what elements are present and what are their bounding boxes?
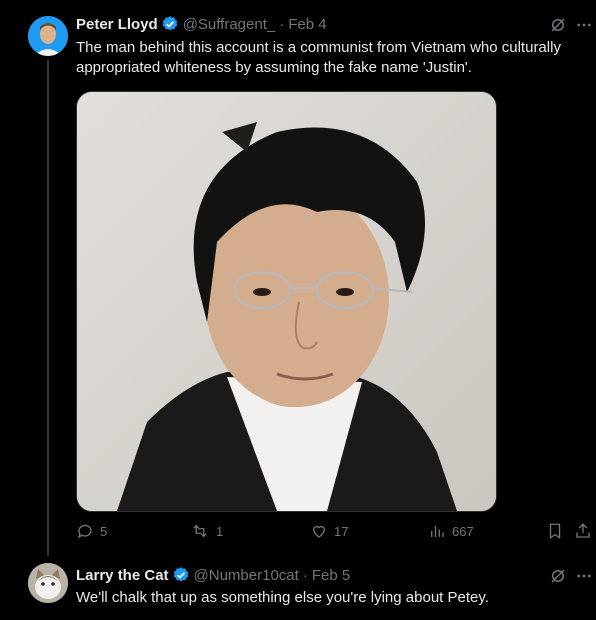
grok-icon[interactable]	[549, 16, 567, 39]
more-icon[interactable]	[575, 567, 593, 590]
separator-dot: ·	[302, 566, 308, 584]
verified-badge-icon	[172, 566, 190, 584]
thread-connector	[47, 60, 49, 556]
tweet-text: The man behind this account is a communi…	[76, 39, 561, 76]
share-button[interactable]	[574, 522, 596, 540]
user-handle[interactable]: @Suffragent_	[183, 16, 276, 33]
verified-badge-icon	[161, 15, 179, 33]
view-count: 667	[452, 523, 474, 539]
bookmark-button[interactable]	[546, 522, 570, 540]
share-icon	[576, 523, 590, 538]
avatar[interactable]	[28, 563, 68, 603]
repost-icon	[193, 524, 207, 538]
tweet-header: Larry the Cat @Number10cat · Feb 5	[76, 565, 350, 585]
avatar[interactable]	[28, 16, 68, 56]
timestamp[interactable]: Feb 4	[288, 16, 326, 33]
reply-count: 5	[100, 523, 108, 539]
views-icon	[431, 525, 444, 537]
tweet-actions: 5 1 17 667	[76, 522, 596, 544]
user-handle[interactable]: @Number10cat	[194, 567, 299, 584]
timestamp[interactable]: Feb 5	[312, 567, 350, 584]
tweet-text: We'll chalk that up as something else yo…	[76, 589, 489, 606]
grok-icon[interactable]	[549, 567, 567, 590]
reply-button[interactable]: 5	[76, 522, 107, 540]
display-name[interactable]: Larry the Cat	[76, 567, 169, 584]
separator-dot: ·	[279, 15, 285, 33]
bookmark-icon	[549, 523, 561, 540]
views-button[interactable]: 667	[428, 522, 474, 540]
reply-icon	[77, 524, 92, 539]
like-icon	[313, 525, 325, 538]
tweet-photo[interactable]	[76, 91, 497, 512]
more-icon[interactable]	[575, 16, 593, 39]
repost-count: 1	[216, 523, 224, 539]
display-name[interactable]: Peter Lloyd	[76, 16, 158, 33]
like-button[interactable]: 17	[310, 522, 348, 540]
tweet-header: Peter Lloyd @Suffragent_ · Feb 4	[76, 14, 327, 34]
repost-button[interactable]: 1	[190, 522, 223, 540]
like-count: 17	[334, 523, 349, 539]
